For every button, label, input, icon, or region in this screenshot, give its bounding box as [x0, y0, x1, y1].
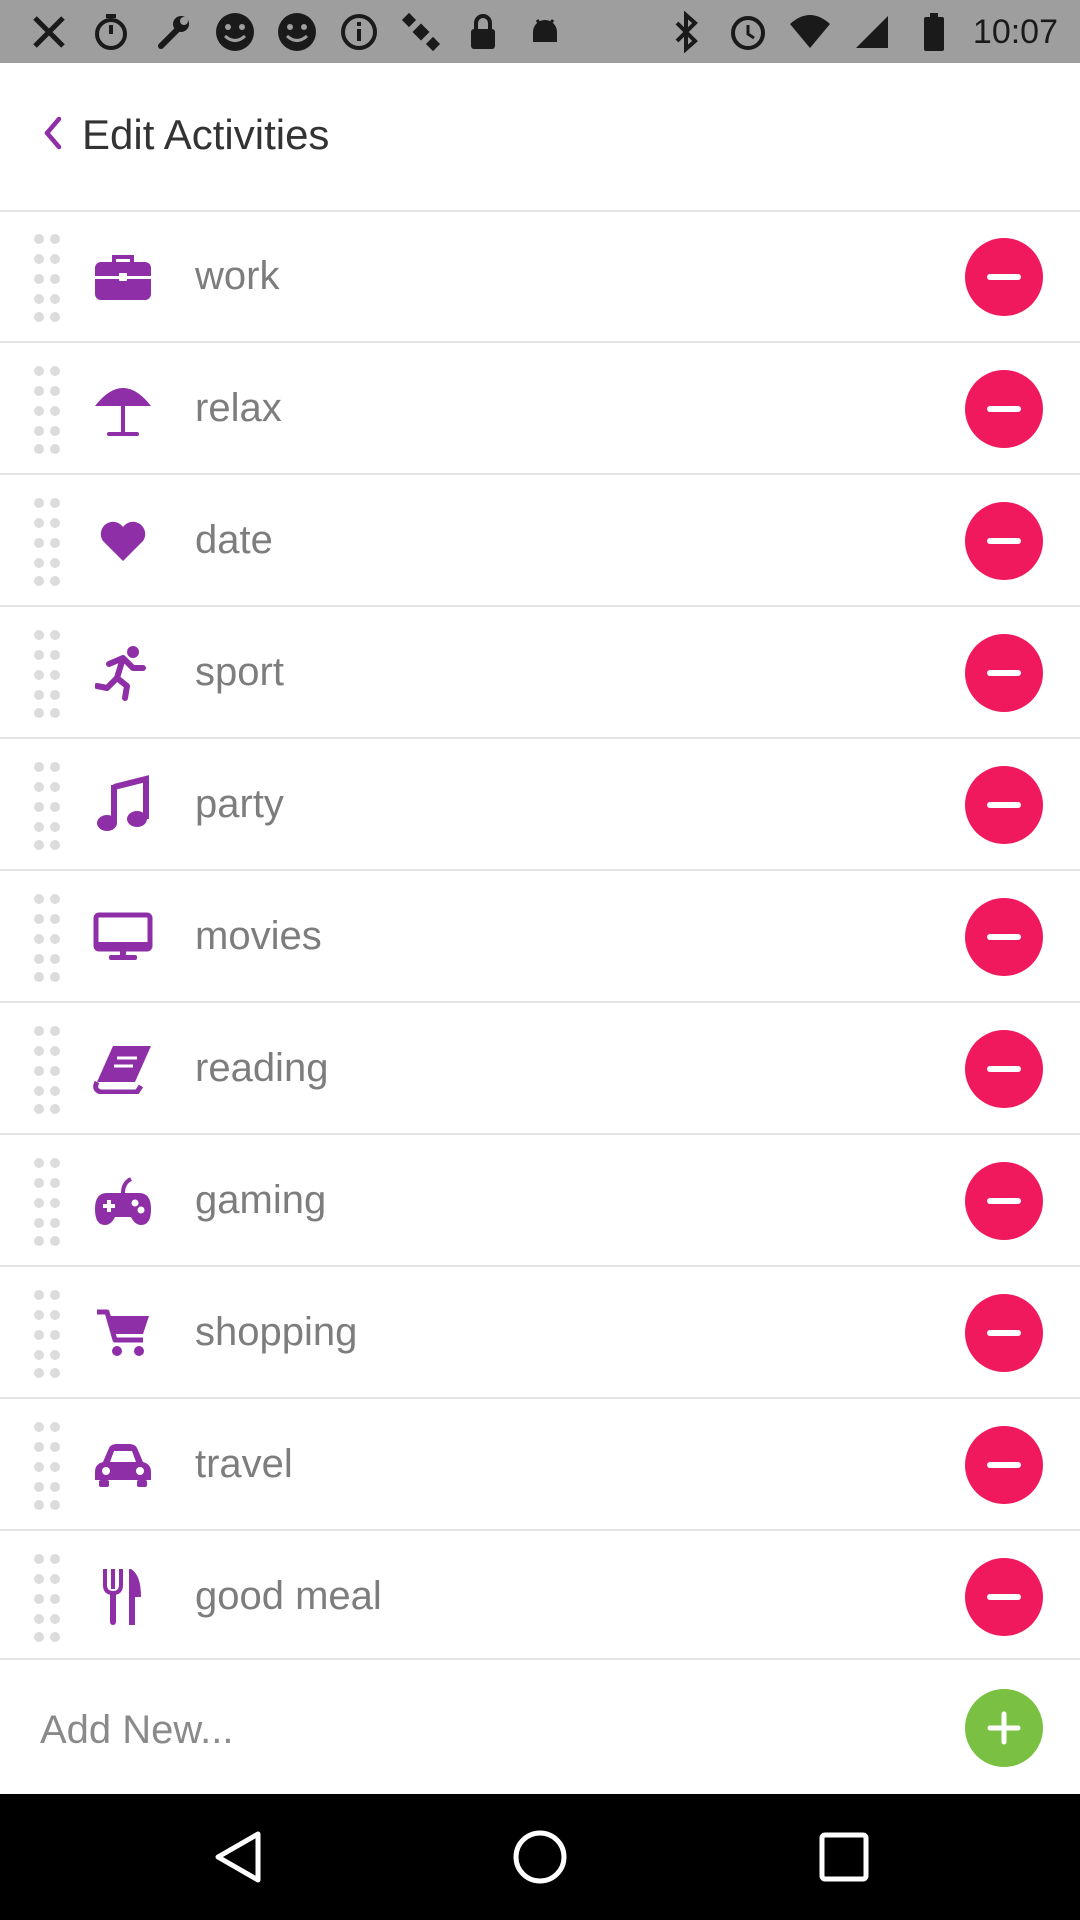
minus-icon	[987, 274, 1021, 280]
minus-icon	[987, 1330, 1021, 1336]
drag-handle-icon[interactable]	[33, 233, 61, 323]
cart-icon	[93, 1303, 153, 1363]
activity-label: gaming	[195, 1178, 327, 1222]
activity-label: good meal	[195, 1574, 382, 1618]
alarm-icon	[725, 9, 771, 55]
back-nav-icon[interactable]	[208, 1827, 268, 1887]
activity-list: work relax date sport party movies readi…	[0, 211, 1080, 1663]
heart-icon	[93, 511, 153, 571]
chevron-left-icon	[44, 116, 62, 150]
home-nav-icon[interactable]	[510, 1827, 570, 1887]
remove-activity-button[interactable]	[965, 898, 1043, 976]
status-left-icons	[26, 8, 568, 56]
minus-icon	[987, 538, 1021, 544]
remove-activity-button[interactable]	[965, 238, 1043, 316]
recents-nav-icon[interactable]	[814, 1827, 874, 1887]
status-bar: 10:07	[0, 0, 1080, 63]
satellite-icon	[398, 9, 444, 55]
gamepad-icon	[93, 1171, 153, 1231]
activity-label: date	[195, 518, 273, 562]
car-icon	[93, 1435, 153, 1495]
list-item: gaming	[0, 1135, 1080, 1267]
list-item: party	[0, 739, 1080, 871]
list-item: movies	[0, 871, 1080, 1003]
wrench-icon	[150, 9, 196, 55]
bluetooth-icon	[663, 9, 709, 55]
remove-activity-button[interactable]	[965, 634, 1043, 712]
status-right-icons: 10:07	[663, 8, 1058, 56]
minus-icon	[987, 1198, 1021, 1204]
activity-label: work	[195, 254, 280, 298]
lock-icon	[460, 9, 506, 55]
activity-label: relax	[195, 386, 282, 430]
remove-activity-button[interactable]	[965, 1294, 1043, 1372]
drag-handle-icon[interactable]	[33, 365, 61, 455]
remove-activity-button[interactable]	[965, 1426, 1043, 1504]
smiley-icon	[274, 9, 320, 55]
add-activity-button[interactable]	[965, 1689, 1043, 1767]
plus-icon	[987, 1711, 1021, 1745]
minus-icon	[987, 1066, 1021, 1072]
monitor-icon	[93, 907, 153, 967]
list-item: travel	[0, 1399, 1080, 1531]
umbrella-icon	[93, 379, 153, 439]
drag-handle-icon[interactable]	[33, 1289, 61, 1379]
drag-handle-icon[interactable]	[33, 497, 61, 587]
page-title: Edit Activities	[82, 111, 330, 158]
drag-handle-icon[interactable]	[33, 761, 61, 851]
navigation-bar	[0, 1794, 1080, 1920]
remove-activity-button[interactable]	[965, 1558, 1043, 1636]
activity-label: travel	[195, 1442, 293, 1486]
remove-activity-button[interactable]	[965, 502, 1043, 580]
back-button[interactable]	[28, 109, 76, 157]
remove-activity-button[interactable]	[965, 1030, 1043, 1108]
activity-label: shopping	[195, 1310, 358, 1354]
music-note-icon	[93, 775, 153, 835]
activity-label: movies	[195, 914, 322, 958]
running-icon	[93, 643, 153, 703]
book-icon	[93, 1039, 153, 1099]
wifi-icon	[787, 9, 833, 55]
tools-icon	[26, 9, 72, 55]
activity-label: party	[195, 782, 284, 826]
minus-icon	[987, 802, 1021, 808]
activity-label: reading	[195, 1046, 329, 1090]
drag-handle-icon[interactable]	[33, 1025, 61, 1115]
remove-activity-button[interactable]	[965, 766, 1043, 844]
app-header: Edit Activities	[0, 63, 1080, 212]
list-item: reading	[0, 1003, 1080, 1135]
signal-icon	[849, 9, 895, 55]
drag-handle-icon[interactable]	[33, 893, 61, 983]
add-activity-input[interactable]	[40, 1702, 890, 1758]
list-item: shopping	[0, 1267, 1080, 1399]
list-item: work	[0, 211, 1080, 343]
drag-handle-icon[interactable]	[33, 1157, 61, 1247]
minus-icon	[987, 1462, 1021, 1468]
minus-icon	[987, 406, 1021, 412]
timer-icon	[88, 9, 134, 55]
minus-icon	[987, 934, 1021, 940]
status-time: 10:07	[972, 12, 1058, 51]
remove-activity-button[interactable]	[965, 370, 1043, 448]
list-item: date	[0, 475, 1080, 607]
fork-knife-icon	[93, 1567, 153, 1627]
list-item: sport	[0, 607, 1080, 739]
drag-handle-icon[interactable]	[33, 629, 61, 719]
list-item: good meal	[0, 1531, 1080, 1663]
info-icon	[336, 9, 382, 55]
minus-icon	[987, 670, 1021, 676]
remove-activity-button[interactable]	[965, 1162, 1043, 1240]
android-icon	[522, 9, 568, 55]
activity-label: sport	[195, 650, 284, 694]
list-item: relax	[0, 343, 1080, 475]
battery-icon	[911, 9, 957, 55]
briefcase-icon	[93, 247, 153, 307]
minus-icon	[987, 1594, 1021, 1600]
smiley-icon	[212, 9, 258, 55]
drag-handle-icon[interactable]	[33, 1553, 61, 1643]
add-activity-row	[0, 1658, 1080, 1796]
drag-handle-icon[interactable]	[33, 1421, 61, 1511]
